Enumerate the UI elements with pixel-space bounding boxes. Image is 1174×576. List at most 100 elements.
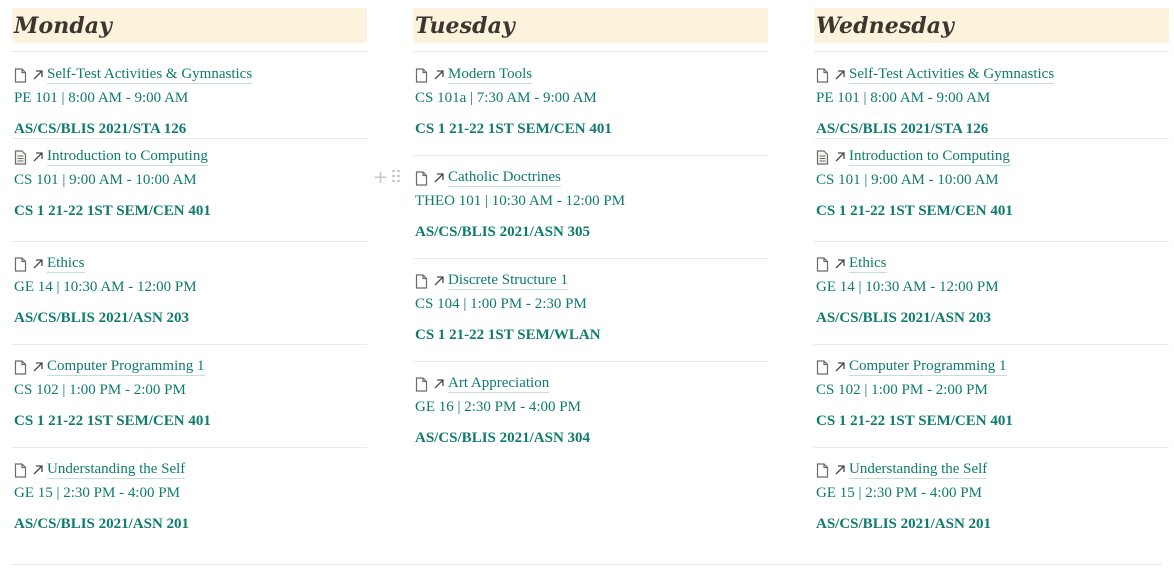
course-entry[interactable]: Introduction to Computing CS 101 | 9:00 … bbox=[12, 139, 367, 242]
course-title-link[interactable]: Understanding the Self bbox=[47, 461, 186, 479]
course-schedule: PE 101 | 8:00 AM - 9:00 AM bbox=[816, 90, 991, 106]
day-header: Monday bbox=[12, 8, 367, 43]
page-icon bbox=[415, 170, 428, 186]
page-text-icon bbox=[14, 149, 27, 165]
link-arrow-icon bbox=[834, 69, 846, 81]
course-schedule: CS 102 | 1:00 PM - 2:00 PM bbox=[14, 382, 186, 398]
day-column-monday: Monday Self-Test Activities & Gymnastics… bbox=[12, 8, 367, 544]
page-text-icon bbox=[816, 149, 829, 165]
block-handle[interactable]: + bbox=[373, 168, 401, 187]
link-arrow-icon bbox=[32, 361, 44, 373]
course-entry[interactable]: Catholic Doctrines THEO 101 | 10:30 AM -… bbox=[413, 156, 768, 259]
page-icon bbox=[415, 67, 428, 83]
link-arrow-icon bbox=[433, 378, 445, 390]
divider bbox=[814, 51, 1169, 52]
course-room: CS 1 21-22 1ST SEM/CEN 401 bbox=[816, 203, 1013, 219]
course-title-link[interactable]: Ethics bbox=[47, 255, 85, 273]
course-schedule: CS 101a | 7:30 AM - 9:00 AM bbox=[415, 90, 597, 106]
course-title-link[interactable]: Introduction to Computing bbox=[47, 148, 208, 166]
day-header: Wednesday bbox=[814, 8, 1169, 43]
course-schedule: CS 101 | 9:00 AM - 10:00 AM bbox=[816, 172, 999, 188]
course-room: CS 1 21-22 1ST SEM/CEN 401 bbox=[816, 413, 1013, 429]
page-icon bbox=[14, 462, 27, 478]
day-header: Tuesday bbox=[413, 8, 768, 43]
add-block-icon[interactable]: + bbox=[373, 168, 388, 187]
course-entry[interactable]: Ethics GE 14 | 10:30 AM - 12:00 PM AS/CS… bbox=[12, 242, 367, 345]
link-arrow-icon bbox=[433, 69, 445, 81]
page-icon bbox=[415, 273, 428, 289]
day-column-wednesday: Wednesday Self-Test Activities & Gymnast… bbox=[814, 8, 1169, 544]
page-icon bbox=[415, 376, 428, 392]
day-column-tuesday: Tuesday Modern Tools CS 101a | 7:30 AM -… bbox=[413, 8, 768, 458]
link-arrow-icon bbox=[32, 464, 44, 476]
course-room: AS/CS/BLIS 2021/ASN 203 bbox=[816, 310, 992, 326]
course-title-link[interactable]: Self-Test Activities & Gymnastics bbox=[47, 66, 253, 84]
course-room: CS 1 21-22 1ST SEM/CEN 401 bbox=[14, 413, 211, 429]
course-room: AS/CS/BLIS 2021/ASN 203 bbox=[14, 310, 190, 326]
course-entry[interactable]: Ethics GE 14 | 10:30 AM - 12:00 PM AS/CS… bbox=[814, 242, 1169, 345]
course-entry[interactable]: Discrete Structure 1 CS 104 | 1:00 PM - … bbox=[413, 259, 768, 362]
link-arrow-icon bbox=[433, 275, 445, 287]
course-room: AS/CS/BLIS 2021/ASN 201 bbox=[14, 516, 190, 532]
page-icon bbox=[14, 67, 27, 83]
course-room: CS 1 21-22 1ST SEM/CEN 401 bbox=[415, 121, 612, 137]
course-schedule: GE 15 | 2:30 PM - 4:00 PM bbox=[14, 485, 180, 501]
divider bbox=[12, 564, 1162, 565]
course-room: AS/CS/BLIS 2021/ASN 201 bbox=[816, 516, 992, 532]
course-entry[interactable]: Computer Programming 1 CS 102 | 1:00 PM … bbox=[12, 345, 367, 448]
page-icon bbox=[816, 67, 829, 83]
day-title: Monday bbox=[14, 12, 113, 39]
link-arrow-icon bbox=[834, 151, 846, 163]
page-icon bbox=[816, 462, 829, 478]
link-arrow-icon bbox=[834, 464, 846, 476]
course-schedule: PE 101 | 8:00 AM - 9:00 AM bbox=[14, 90, 189, 106]
course-schedule: CS 104 | 1:00 PM - 2:30 PM bbox=[415, 296, 587, 312]
link-arrow-icon bbox=[32, 151, 44, 163]
drag-handle-icon[interactable] bbox=[391, 168, 401, 187]
course-entry[interactable]: Self-Test Activities & Gymnastics PE 101… bbox=[12, 65, 367, 139]
course-title-link[interactable]: Introduction to Computing bbox=[849, 148, 1010, 166]
course-schedule: GE 14 | 10:30 AM - 12:00 PM bbox=[14, 279, 197, 295]
course-entry[interactable]: Introduction to Computing CS 101 | 9:00 … bbox=[814, 139, 1169, 242]
course-title-link[interactable]: Modern Tools bbox=[448, 66, 533, 84]
course-room: AS/CS/BLIS 2021/STA 126 bbox=[816, 121, 989, 137]
course-entry[interactable]: Self-Test Activities & Gymnastics PE 101… bbox=[814, 65, 1169, 139]
page-icon bbox=[816, 359, 829, 375]
course-room: CS 1 21-22 1ST SEM/CEN 401 bbox=[14, 203, 211, 219]
link-arrow-icon bbox=[32, 258, 44, 270]
course-title-link[interactable]: Computer Programming 1 bbox=[849, 358, 1007, 376]
course-room: AS/CS/BLIS 2021/ASN 305 bbox=[415, 224, 591, 240]
course-title-link[interactable]: Discrete Structure 1 bbox=[448, 272, 568, 290]
course-entry[interactable]: Computer Programming 1 CS 102 | 1:00 PM … bbox=[814, 345, 1169, 448]
link-arrow-icon bbox=[32, 69, 44, 81]
course-entry[interactable]: Understanding the Self GE 15 | 2:30 PM -… bbox=[12, 448, 367, 544]
course-title-link[interactable]: Understanding the Self bbox=[849, 461, 988, 479]
page-icon bbox=[816, 256, 829, 272]
course-room: AS/CS/BLIS 2021/ASN 304 bbox=[415, 430, 591, 446]
page-icon bbox=[14, 359, 27, 375]
divider bbox=[413, 51, 768, 52]
link-arrow-icon bbox=[834, 361, 846, 373]
link-arrow-icon bbox=[433, 172, 445, 184]
course-schedule: CS 101 | 9:00 AM - 10:00 AM bbox=[14, 172, 197, 188]
course-title-link[interactable]: Catholic Doctrines bbox=[448, 169, 561, 187]
link-arrow-icon bbox=[834, 258, 846, 270]
course-room: CS 1 21-22 1ST SEM/WLAN bbox=[415, 327, 601, 343]
course-title-link[interactable]: Art Appreciation bbox=[448, 375, 550, 393]
course-title-link[interactable]: Ethics bbox=[849, 255, 887, 273]
course-schedule: GE 16 | 2:30 PM - 4:00 PM bbox=[415, 399, 581, 415]
course-schedule: CS 102 | 1:00 PM - 2:00 PM bbox=[816, 382, 988, 398]
course-schedule: GE 15 | 2:30 PM - 4:00 PM bbox=[816, 485, 982, 501]
course-room: AS/CS/BLIS 2021/STA 126 bbox=[14, 121, 187, 137]
course-entry[interactable]: Understanding the Self GE 15 | 2:30 PM -… bbox=[814, 448, 1169, 544]
day-title: Wednesday bbox=[816, 12, 954, 39]
course-title-link[interactable]: Self-Test Activities & Gymnastics bbox=[849, 66, 1055, 84]
divider bbox=[12, 51, 367, 52]
course-schedule: THEO 101 | 10:30 AM - 12:00 PM bbox=[415, 193, 626, 209]
page-icon bbox=[14, 256, 27, 272]
day-title: Tuesday bbox=[415, 12, 515, 39]
course-entry[interactable]: Art Appreciation GE 16 | 2:30 PM - 4:00 … bbox=[413, 362, 768, 458]
course-schedule: GE 14 | 10:30 AM - 12:00 PM bbox=[816, 279, 999, 295]
course-title-link[interactable]: Computer Programming 1 bbox=[47, 358, 205, 376]
course-entry[interactable]: Modern Tools CS 101a | 7:30 AM - 9:00 AM… bbox=[413, 65, 768, 156]
